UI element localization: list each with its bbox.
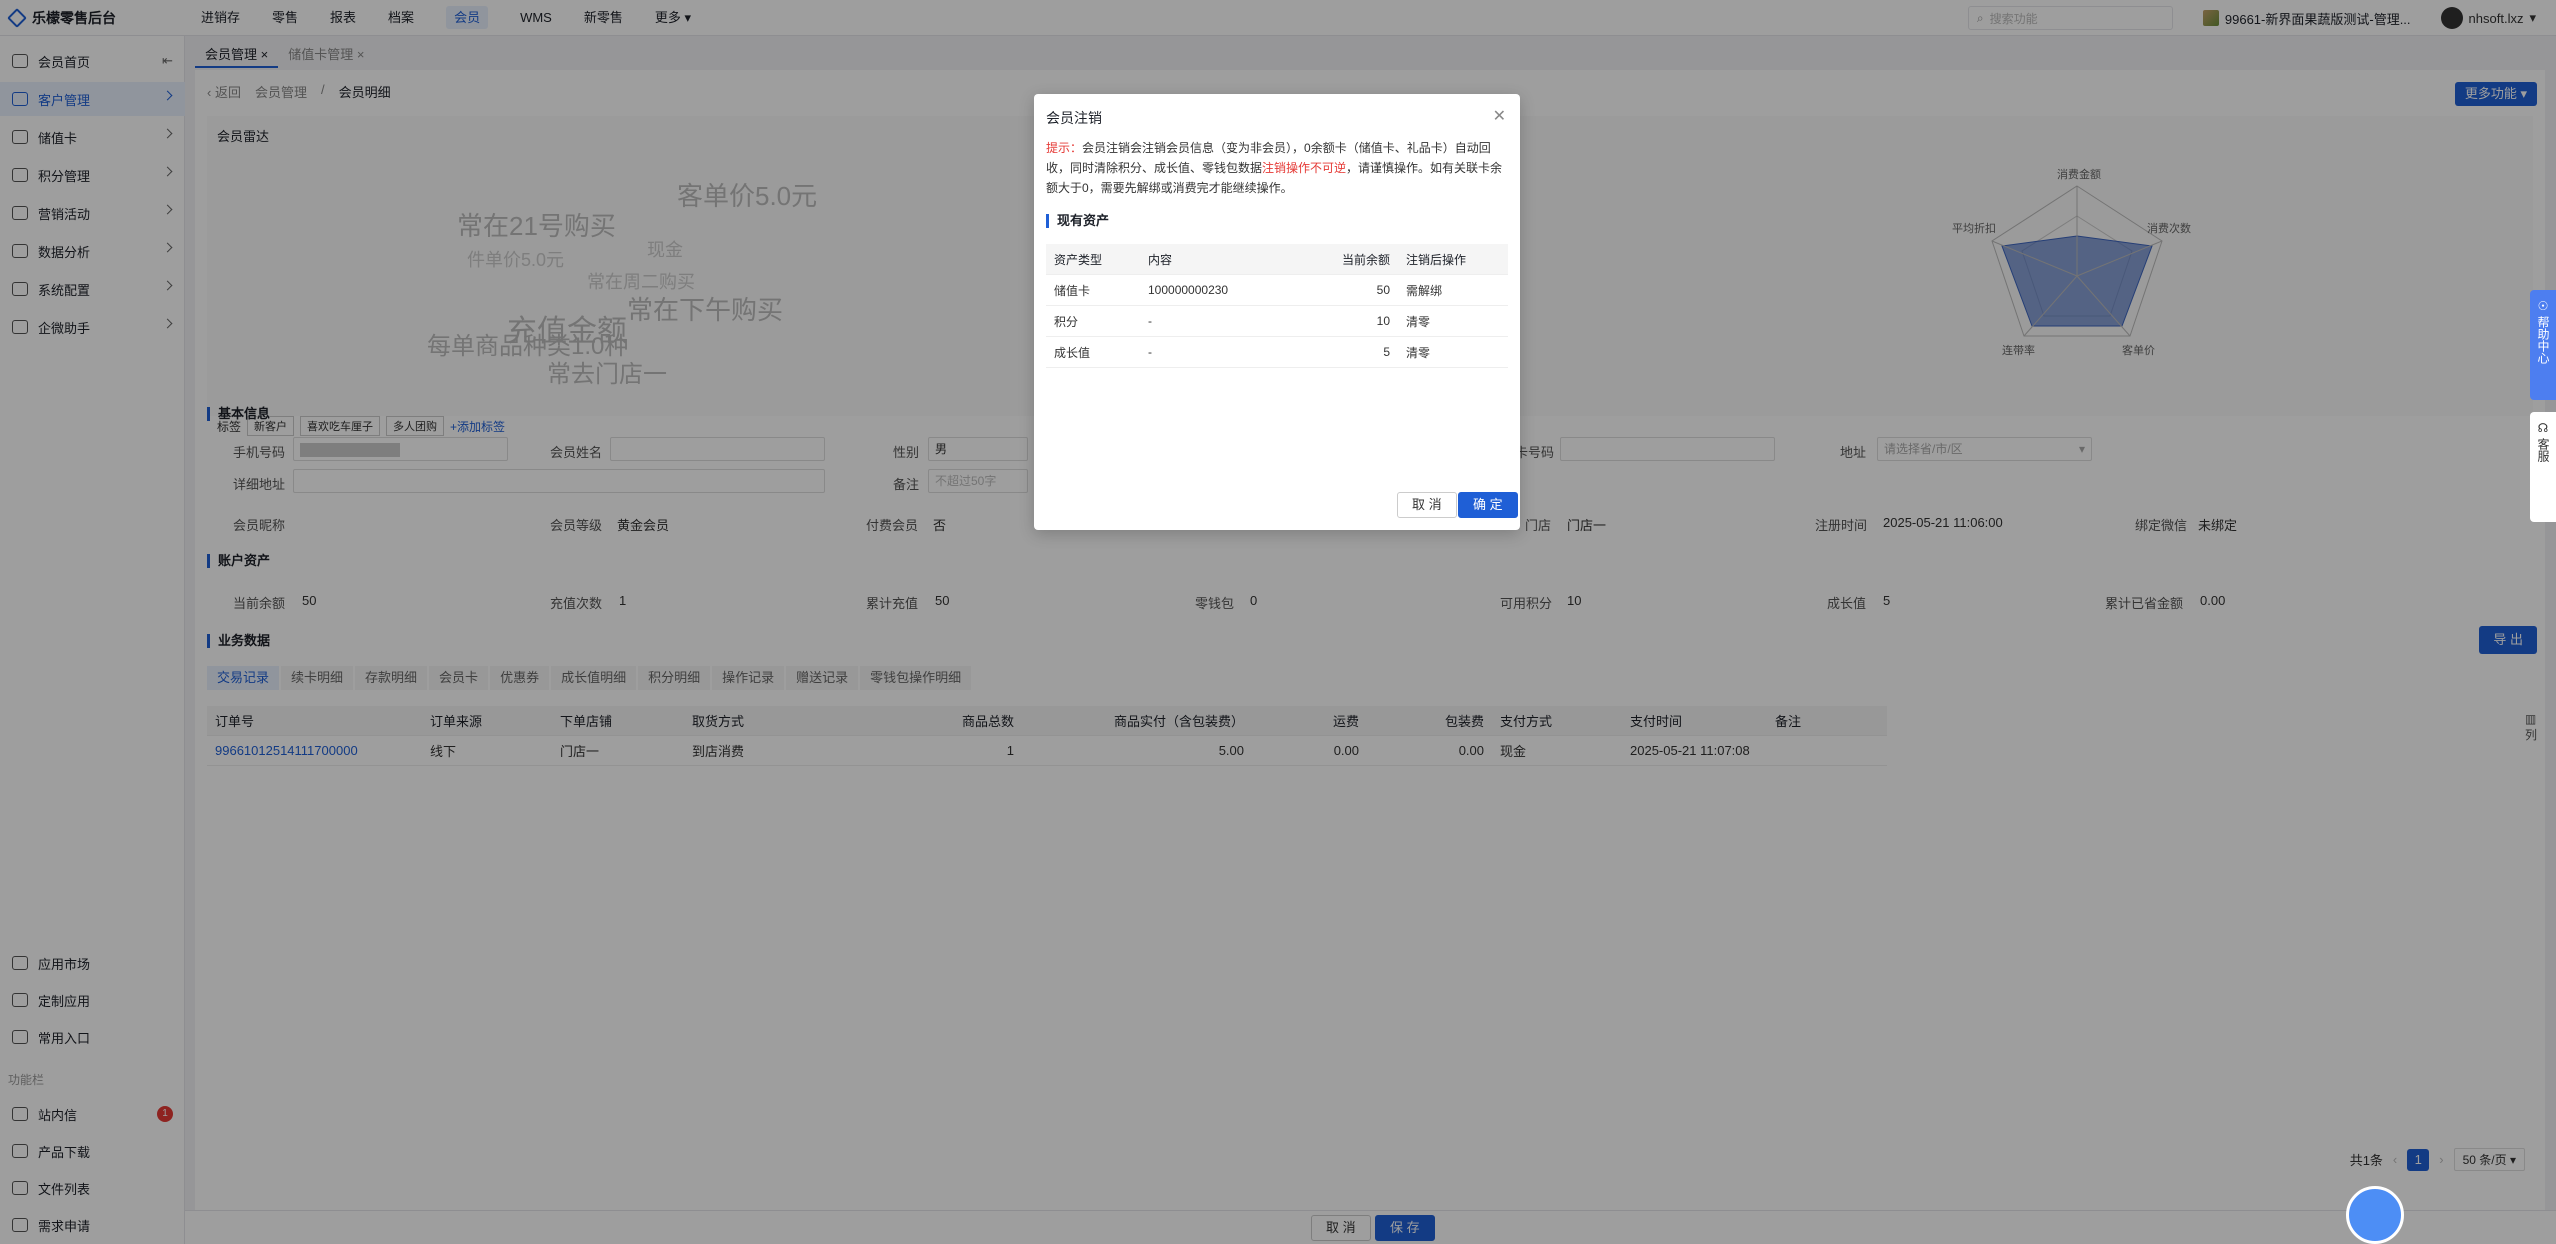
table-row: 积分 - 10 清零 [1046, 306, 1508, 337]
assets-section-title: 现有资产 [1046, 214, 1109, 228]
table-row: 储值卡 100000000230 50 需解绑 [1046, 275, 1508, 306]
help-icon: ☉ [2537, 299, 2549, 313]
close-icon[interactable]: ✕ [1493, 106, 1506, 126]
headset-icon: ☊ [2537, 421, 2549, 435]
table-header: 资产类型 内容 当前余额 注销后操作 [1046, 244, 1508, 275]
dialog-cancel-button[interactable]: 取 消 [1397, 492, 1457, 518]
dialog-tip: 提示：会员注销会注销会员信息（变为非会员），0余额卡（储值卡、礼品卡）自动回收，… [1046, 141, 1503, 195]
dialog-confirm-button[interactable]: 确 定 [1458, 492, 1518, 518]
assets-table: 资产类型 内容 当前余额 注销后操作 储值卡 100000000230 50 需… [1046, 244, 1508, 368]
member-cancel-dialog: 会员注销 ✕ 提示：会员注销会注销会员信息（变为非会员），0余额卡（储值卡、礼品… [1034, 94, 1520, 530]
help-center-button[interactable]: ☉ 帮助中心 [2530, 290, 2556, 400]
table-row: 成长值 - 5 清零 [1046, 337, 1508, 368]
customer-service-button[interactable]: ☊ 客服 [2530, 412, 2556, 522]
assistant-ball[interactable] [2346, 1186, 2404, 1244]
dialog-title: 会员注销 [1046, 110, 1102, 126]
